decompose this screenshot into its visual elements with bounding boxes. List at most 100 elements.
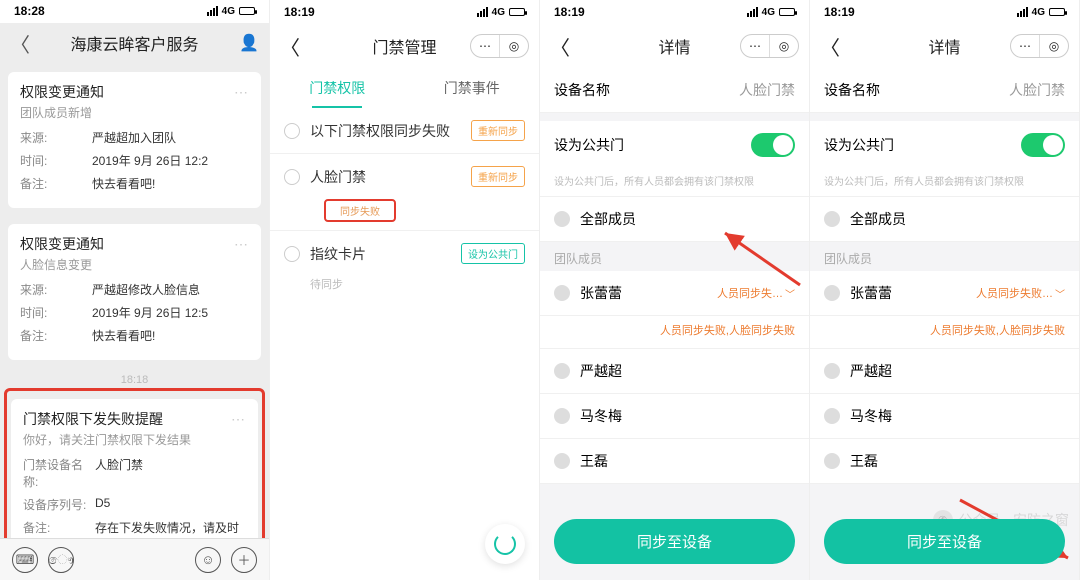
row-sync-failed-header: 以下门禁权限同步失败 重新同步	[270, 108, 539, 154]
network-label: 4G	[492, 7, 505, 18]
refresh-button[interactable]	[485, 524, 525, 564]
plus-icon[interactable]: ＋	[231, 547, 257, 573]
screen-notifications: 18:28 4G 〈 海康云眸客户服务 👤 权限变更通知 ⋯ 团队成员新增 来源…	[0, 0, 270, 580]
label-time: 时间:	[20, 304, 92, 321]
value-note: 快去看看吧!	[92, 327, 249, 344]
sync-to-device-button[interactable]: 同步至设备	[554, 519, 795, 564]
radio-icon[interactable]	[284, 169, 300, 185]
radio-icon[interactable]	[554, 453, 570, 469]
notification-card[interactable]: 权限变更通知 ⋯ 团队成员新增 来源:严越超加入团队 时间:2019年 9月 2…	[8, 72, 261, 208]
radio-icon[interactable]	[824, 211, 840, 227]
row-all-members[interactable]: 全部成员	[540, 197, 809, 242]
radio-icon[interactable]	[554, 211, 570, 227]
member-row[interactable]: 王磊	[810, 439, 1079, 484]
more-icon[interactable]: ⋯	[234, 84, 249, 101]
pending-sync-label: 待同步	[270, 276, 539, 302]
miniprogram-capsule: ⋯◎	[1010, 34, 1069, 58]
close-icon[interactable]: ◎	[1040, 35, 1068, 57]
more-icon[interactable]: ⋯	[741, 35, 769, 57]
network-label: 4G	[1032, 7, 1045, 18]
member-name: 王磊	[850, 451, 878, 471]
value-sn: D5	[95, 496, 246, 513]
label-source: 来源:	[20, 129, 92, 146]
back-icon[interactable]: 〈	[550, 32, 570, 61]
label-device: 设备名称	[554, 80, 610, 100]
member-row[interactable]: 马冬梅	[540, 394, 809, 439]
resync-button[interactable]: 重新同步	[471, 120, 525, 141]
battery-icon	[239, 7, 255, 15]
back-icon[interactable]: 〈	[820, 32, 840, 61]
sync-fail-badge: 同步失败	[324, 199, 396, 222]
member-row[interactable]: 张蕾蕾 人员同步失败…﹀	[810, 271, 1079, 316]
close-icon[interactable]: ◎	[500, 35, 528, 57]
keyboard-icon[interactable]: ⌨	[12, 547, 38, 573]
radio-icon[interactable]	[824, 363, 840, 379]
back-icon[interactable]: 〈	[10, 29, 30, 58]
member-row[interactable]: 严越超	[810, 349, 1079, 394]
member-name: 严越超	[850, 361, 892, 381]
card-title: 权限变更通知	[20, 82, 104, 102]
value-time: 2019年 9月 26日 12:5	[92, 304, 249, 321]
time-separator: 18:18	[0, 374, 269, 386]
label-device: 设备名称	[824, 80, 880, 100]
member-name: 王磊	[580, 451, 608, 471]
status-bar: 18:19 4G	[270, 0, 539, 24]
row-set-public: 设为公共门	[540, 121, 809, 169]
radio-icon[interactable]	[554, 363, 570, 379]
more-icon[interactable]: ⋯	[1011, 35, 1039, 57]
status-time: 18:19	[284, 5, 315, 19]
more-icon[interactable]: ⋯	[471, 35, 499, 57]
refresh-icon	[494, 533, 516, 555]
emoji-icon[interactable]: ☺	[195, 547, 221, 573]
status-indicators: 4G	[207, 6, 255, 17]
back-icon[interactable]: 〈	[280, 32, 300, 61]
resync-button[interactable]: 重新同步	[471, 166, 525, 187]
profile-icon[interactable]: 👤	[239, 33, 259, 53]
radio-icon[interactable]	[824, 408, 840, 424]
section-team-members: 团队成员	[540, 242, 809, 271]
value-source: 严越超修改人脸信息	[92, 281, 249, 298]
radio-icon[interactable]	[554, 285, 570, 301]
member-row[interactable]: 张蕾蕾 人员同步失…﹀	[540, 271, 809, 316]
row-label: 人脸门禁	[310, 167, 366, 187]
battery-icon	[779, 8, 795, 16]
radio-icon[interactable]	[824, 453, 840, 469]
row-label: 以下门禁权限同步失败	[310, 121, 450, 141]
public-toggle[interactable]	[751, 133, 795, 157]
row-face-gate[interactable]: 人脸门禁 重新同步	[270, 154, 539, 199]
tabs: 门禁权限 门禁事件	[270, 68, 539, 108]
member-row[interactable]: 严越超	[540, 349, 809, 394]
notification-card[interactable]: 权限变更通知 ⋯ 人脸信息变更 来源:严越超修改人脸信息 时间:2019年 9月…	[8, 224, 261, 360]
radio-icon[interactable]	[284, 123, 300, 139]
sync-error-label[interactable]: 人员同步失败…﹀	[976, 285, 1065, 301]
radio-icon[interactable]	[824, 285, 840, 301]
row-all-members[interactable]: 全部成员	[810, 197, 1079, 242]
member-name: 马冬梅	[580, 406, 622, 426]
status-time: 18:28	[14, 4, 45, 18]
tab-events[interactable]: 门禁事件	[405, 68, 540, 108]
row-fingerprint-card[interactable]: 指纹卡片 设为公共门	[270, 231, 539, 276]
sync-error-label[interactable]: 人员同步失…﹀	[717, 285, 795, 301]
radio-icon[interactable]	[284, 246, 300, 262]
member-name: 张蕾蕾	[580, 283, 622, 303]
radio-icon[interactable]	[554, 408, 570, 424]
public-hint: 设为公共门后，所有人员都会拥有该门禁权限	[810, 169, 1079, 197]
more-icon[interactable]: ⋯	[231, 411, 246, 428]
card-subtitle: 人脸信息变更	[20, 256, 249, 273]
label-note: 备注:	[20, 327, 92, 344]
label-all-members: 全部成员	[850, 209, 906, 229]
more-icon[interactable]: ⋯	[234, 236, 249, 253]
member-row[interactable]: 马冬梅	[810, 394, 1079, 439]
member-row[interactable]: 王磊	[540, 439, 809, 484]
voice-icon[interactable]: ෞ	[48, 547, 74, 573]
row-label: 指纹卡片	[310, 244, 366, 264]
public-toggle[interactable]	[1021, 133, 1065, 157]
sync-to-device-button[interactable]: 同步至设备	[824, 519, 1065, 564]
permission-list: 以下门禁权限同步失败 重新同步 人脸门禁 重新同步 同步失败 指纹卡片 设为公共…	[270, 108, 539, 580]
nav-header: 〈 详情 ⋯◎	[810, 24, 1079, 68]
tab-permissions[interactable]: 门禁权限	[270, 68, 405, 108]
row-device-name: 设备名称 人脸门禁	[810, 68, 1079, 113]
close-icon[interactable]: ◎	[770, 35, 798, 57]
set-public-button[interactable]: 设为公共门	[461, 243, 525, 264]
value-device: 人脸门禁	[739, 80, 795, 100]
